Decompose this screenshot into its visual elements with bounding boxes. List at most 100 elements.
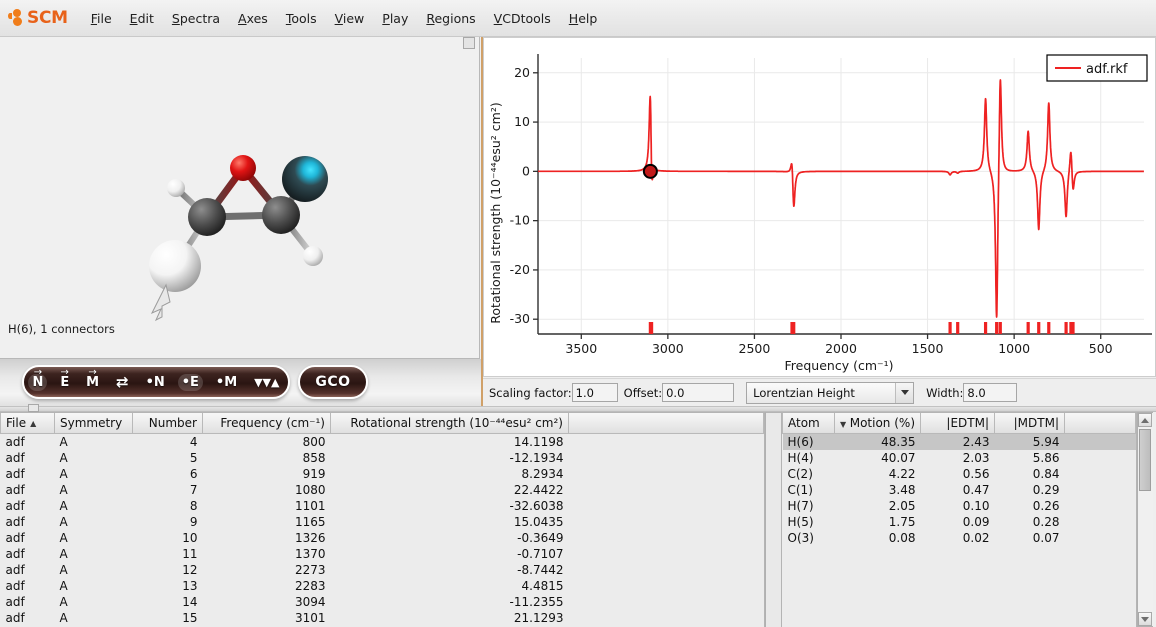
dot-m-button[interactable]: •M (212, 374, 241, 391)
table-row[interactable]: adf A 4 800 14.1198 (1, 433, 764, 450)
width-input[interactable] (963, 383, 1018, 402)
frequency-cell-rotational_strength: -0.7107 (517, 546, 564, 561)
table-row[interactable]: adf A 10 1326 -0.3649 (1, 530, 764, 546)
atom-col-header-1[interactable]: ▼ Motion (%) (834, 413, 921, 434)
frequency-cell-file: adf (5, 482, 25, 497)
atom-table-scrollbar[interactable] (1137, 412, 1153, 627)
table-row[interactable]: adf A 12 2273 -8.7442 (1, 562, 764, 578)
menu-item-edit[interactable]: Edit (122, 8, 162, 29)
table-row[interactable]: adf A 6 919 8.2934 (1, 466, 764, 482)
gco-button[interactable]: GCO (298, 365, 368, 399)
frequency-col-header-4[interactable]: Rotational strength (10⁻⁴⁴esu² cm²) (330, 413, 569, 434)
vector-mode-button-group[interactable]: → N → E → M ⇄ •N •E •M ▼▼▲ (22, 365, 290, 399)
frequency-table-panel[interactable]: File ▲ Symmetry Number Frequency (cm⁻¹) Rotat… (0, 412, 765, 627)
table-row[interactable]: H(4) 40.07 2.03 5.86 (783, 450, 1136, 466)
menu-item-axes[interactable]: Axes (230, 8, 276, 29)
menu-item-spectra[interactable]: Spectra (164, 8, 228, 29)
table-row[interactable]: C(2) 4.22 0.56 0.84 (783, 466, 1136, 482)
frequency-table[interactable]: File ▲ Symmetry Number Frequency (cm⁻¹) Rotat… (0, 413, 764, 626)
svg-text:-20: -20 (510, 262, 530, 277)
table-row[interactable]: adf A 11 1370 -0.7107 (1, 546, 764, 562)
frequency-cell-file: adf (5, 450, 25, 465)
table-row[interactable]: adf A 8 1101 -32.6038 (1, 498, 764, 514)
table-row[interactable]: adf A 9 1165 15.0435 (1, 514, 764, 530)
spectrum-chart[interactable]: 20 10 0 -10 -20 -30 3500 3000 2500 2000 1500 1000 50… (484, 38, 1155, 376)
table-row[interactable]: adf A 13 2283 4.4815 (1, 578, 764, 594)
svg-text:0: 0 (522, 163, 530, 178)
atom-table-body[interactable]: H(6) 48.35 2.43 5.94 H(4) 40.07 2.03 5.86 C(2) 4.… (782, 433, 1136, 546)
table-row[interactable]: adf A 5 858 -12.1934 (1, 450, 764, 466)
menu-item-tools[interactable]: Tools (278, 8, 325, 29)
table-row[interactable]: adf A 14 3094 -11.2355 (1, 594, 764, 610)
frequency-col-header-2[interactable]: Number (132, 413, 203, 434)
frequency-col-header-1[interactable]: Symmetry (54, 413, 133, 434)
atom-table-header-row[interactable]: Atom ▼ Motion (%) |EDTM| |MDTM| (782, 413, 1136, 434)
frequency-cell-frequency: 858 (302, 450, 326, 465)
atom-cell-filler (1065, 466, 1136, 482)
scroll-up-icon[interactable] (1138, 413, 1152, 427)
frequency-cell-symmetry: A (59, 466, 68, 481)
scroll-down-icon[interactable] (1138, 612, 1152, 626)
table-row[interactable]: adf A 7 1080 22.4422 (1, 482, 764, 498)
atom-cell-edtm: 0.02 (962, 530, 990, 545)
sort-ascending-icon: ▲ (30, 418, 37, 428)
peak-shape-dropdown[interactable]: Lorentzian Height (746, 381, 915, 404)
scrollbar-thumb[interactable] (1139, 429, 1151, 491)
frequency-cell-number: 7 (189, 482, 198, 497)
horizontal-splitter-handle[interactable] (28, 404, 39, 412)
offset-input[interactable] (662, 383, 735, 402)
svg-text:-30: -30 (510, 311, 530, 326)
frequency-cell-file: adf (5, 434, 25, 449)
atom-cell-edtm: 0.10 (962, 498, 990, 513)
atom-H4[interactable] (167, 179, 185, 197)
atom-C1[interactable] (188, 198, 226, 236)
chart-legend[interactable]: adf.rkf (1046, 54, 1148, 82)
vector-m-button[interactable]: → M (82, 367, 103, 391)
panel-gap (766, 412, 781, 627)
table-row[interactable]: adf A 15 3101 21.1293 (1, 610, 764, 626)
menu-item-vcdtools[interactable]: VCDtools (486, 8, 559, 29)
chevron-down-icon[interactable] (895, 382, 914, 403)
atom-H6[interactable] (149, 240, 201, 292)
vector-e-button[interactable]: → E (56, 367, 73, 391)
table-row[interactable]: H(6) 48.35 2.43 5.94 (782, 433, 1136, 450)
table-row[interactable]: C(1) 3.48 0.47 0.29 (783, 482, 1136, 498)
menu-item-view[interactable]: View (327, 8, 373, 29)
vertical-splitter-handle[interactable] (463, 37, 475, 49)
atom-H5[interactable] (303, 246, 323, 266)
peak-shape-value: Lorentzian Height (753, 385, 855, 400)
atom-motion-table[interactable]: Atom ▼ Motion (%) |EDTM| |MDTM| H(6) 48.35 2.4… (782, 413, 1136, 546)
menu-item-help[interactable]: Help (561, 8, 606, 29)
vibration-arrows-icon[interactable]: ▼▼▲ (250, 375, 283, 390)
atom-col-header-0[interactable]: Atom (782, 413, 835, 434)
table-row[interactable]: H(5) 1.75 0.09 0.28 (783, 514, 1136, 530)
swap-arrows-icon[interactable]: ⇄ (112, 373, 133, 392)
frequency-table-body[interactable]: adf A 4 800 14.1198 adf A 5 858 -12.1934 adf A 6 919 8… (1, 433, 764, 626)
vector-n-button[interactable]: → N (28, 367, 48, 391)
dot-n-button[interactable]: •N (142, 374, 169, 391)
frequency-col-header-0[interactable]: File ▲ (0, 413, 55, 434)
menu-item-play[interactable]: Play (374, 8, 416, 29)
scaling-factor-input[interactable] (571, 383, 618, 402)
atom-col-header-2[interactable]: |EDTM| (920, 413, 995, 434)
spectrum-chart-panel[interactable]: 20 10 0 -10 -20 -30 3500 3000 2500 2000 1500 1000 50… (483, 37, 1156, 377)
frequency-cell-frequency: 919 (302, 466, 326, 481)
table-row[interactable]: H(7) 2.05 0.10 0.26 (783, 498, 1136, 514)
molecule-viewer[interactable]: H(6), 1 connectors (0, 37, 480, 359)
atom-H7[interactable] (282, 156, 328, 202)
table-row[interactable]: O(3) 0.08 0.02 0.07 (783, 530, 1136, 546)
atom-O3[interactable] (230, 155, 256, 181)
dot-e-button[interactable]: •E (177, 373, 203, 391)
frequency-col-header-3[interactable]: Frequency (cm⁻¹) (202, 413, 331, 434)
atom-col-header-3[interactable]: |MDTM| (994, 413, 1065, 434)
molecule-status-text: H(6), 1 connectors (8, 322, 115, 336)
molecule-canvas[interactable] (0, 37, 480, 359)
atom-C2[interactable] (262, 196, 300, 234)
frequency-cell-filler (569, 433, 764, 450)
menu-item-regions[interactable]: Regions (418, 8, 483, 29)
frequency-table-header-row[interactable]: File ▲ Symmetry Number Frequency (cm⁻¹) Rotat… (0, 413, 764, 434)
menu-item-file[interactable]: File (83, 8, 120, 29)
frequency-cell-number: 14 (182, 594, 198, 609)
atom-motion-table-panel[interactable]: Atom ▼ Motion (%) |EDTM| |MDTM| H(6) 48.35 2.4… (781, 412, 1137, 627)
selected-peak-marker[interactable] (642, 163, 658, 179)
